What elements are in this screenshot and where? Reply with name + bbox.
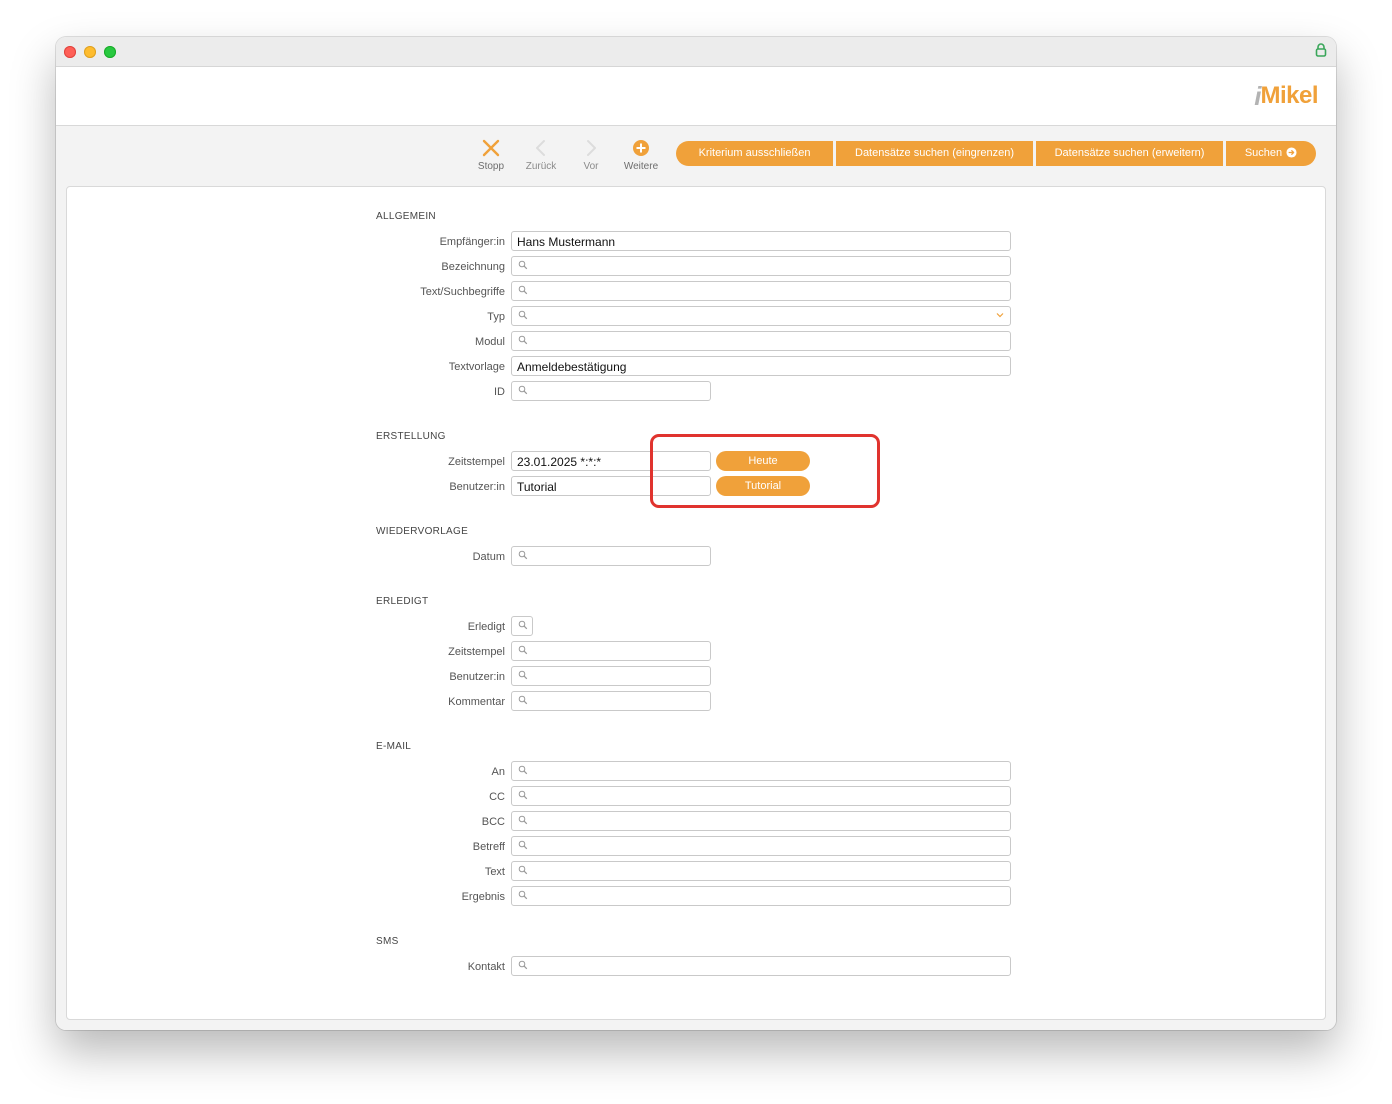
search-icon: [518, 670, 528, 680]
forward-button[interactable]: Vor: [564, 137, 618, 177]
resubmission-date-field[interactable]: [511, 546, 711, 566]
label-result: Ergebnis: [461, 891, 505, 903]
label-template: Textvorlage: [448, 361, 505, 373]
label-resubmission-date: Datum: [472, 551, 505, 563]
chevron-down-icon: [996, 313, 1004, 318]
done-field[interactable]: [511, 616, 533, 636]
back-button[interactable]: Zurück: [514, 137, 568, 177]
search-icon: [518, 550, 528, 560]
done-timestamp-field[interactable]: [511, 641, 711, 661]
close-icon: [482, 139, 500, 157]
search-icon: [518, 960, 528, 970]
search-icon: [518, 840, 528, 850]
search-button-label: Suchen: [1244, 147, 1283, 159]
section-sms: SMS: [376, 936, 399, 947]
sms-contact-field[interactable]: [511, 956, 1011, 976]
label-text: Text: [484, 866, 505, 878]
stop-label: Stopp: [477, 161, 505, 172]
search-icon: [518, 645, 528, 655]
section-erstellung: ERSTELLUNG: [376, 431, 446, 442]
stop-button[interactable]: Stopp: [464, 137, 518, 177]
section-erledigt: ERLEDIGT: [376, 596, 429, 607]
lock-icon: [1315, 43, 1327, 57]
label-created-user: Benutzer:in: [449, 481, 505, 493]
title-bar: [56, 37, 1336, 67]
search-extend-button[interactable]: Datensätze suchen (erweitern): [1036, 141, 1223, 166]
search-icon: [518, 695, 528, 705]
section-wiedervorlage: WIEDERVORLAGE: [376, 526, 469, 537]
template-field[interactable]: Anmeldebestätigung: [511, 356, 1011, 376]
chevron-left-icon: [536, 140, 545, 156]
email-bcc-field[interactable]: [511, 811, 1011, 831]
label-cc: CC: [489, 791, 505, 803]
exclude-criterion-button[interactable]: Kriterium ausschließen: [676, 141, 833, 166]
search-icon: [518, 385, 528, 395]
search-icon: [518, 285, 528, 295]
template-value: Anmeldebestätigung: [517, 360, 627, 374]
search-icon: [518, 865, 528, 875]
app-window: i Mikel Stopp Zurück Vor Weitere Kriteriu…: [56, 37, 1336, 1030]
section-allgemein: ALLGEMEIN: [376, 211, 436, 222]
more-button[interactable]: Weitere: [614, 137, 668, 177]
chevron-right-icon: [587, 140, 596, 156]
back-label: Zurück: [525, 161, 557, 172]
email-result-field[interactable]: [511, 886, 1011, 906]
label-subject: Betreff: [472, 841, 505, 853]
recipient-value: Hans Mustermann: [517, 235, 616, 249]
plus-circle-icon: [633, 140, 649, 156]
imikel-logo: i Mikel: [1254, 79, 1318, 113]
search-button[interactable]: Suchen: [1226, 141, 1316, 166]
label-module: Modul: [475, 336, 505, 348]
search-narrow-button[interactable]: Datensätze suchen (eingrenzen): [836, 141, 1033, 166]
label-created-timestamp: Zeitstempel: [448, 456, 505, 468]
label-to: An: [491, 766, 505, 778]
label-designation: Bezeichnung: [441, 261, 505, 273]
arrow-circle-right-icon: [1286, 147, 1297, 158]
annotation-highlight-box: [650, 434, 880, 508]
label-type: Typ: [487, 311, 505, 323]
module-field[interactable]: [511, 331, 1011, 351]
text-search-field[interactable]: [511, 281, 1011, 301]
label-comment: Kommentar: [448, 696, 505, 708]
id-field[interactable]: [511, 381, 711, 401]
section-email: E-MAIL: [376, 741, 412, 752]
search-icon: [518, 815, 528, 825]
zoom-window-button[interactable]: [104, 46, 116, 58]
created-user-value: Tutorial: [517, 480, 557, 494]
label-text-search: Text/Suchbegriffe: [420, 286, 505, 298]
designation-field[interactable]: [511, 256, 1011, 276]
comment-field[interactable]: [511, 691, 711, 711]
search-icon: [518, 335, 528, 345]
email-subject-field[interactable]: [511, 836, 1011, 856]
label-done-timestamp: Zeitstempel: [448, 646, 505, 658]
search-icon: [518, 790, 528, 800]
forward-label: Vor: [583, 161, 599, 172]
email-to-field[interactable]: [511, 761, 1011, 781]
minimize-window-button[interactable]: [84, 46, 96, 58]
search-icon: [518, 890, 528, 900]
close-window-button[interactable]: [64, 46, 76, 58]
label-recipient: Empfänger:in: [439, 236, 505, 248]
done-user-field[interactable]: [511, 666, 711, 686]
created-timestamp-value: 23.01.2025 *:*:*: [517, 455, 602, 469]
label-bcc: BCC: [481, 816, 505, 828]
label-contact: Kontakt: [467, 961, 505, 973]
search-icon: [518, 765, 528, 775]
search-icon: [518, 260, 528, 270]
search-icon: [518, 310, 528, 320]
more-label: Weitere: [623, 161, 659, 172]
app-header: i Mikel: [56, 67, 1336, 126]
email-cc-field[interactable]: [511, 786, 1011, 806]
label-id: ID: [494, 386, 505, 398]
label-done: Erledigt: [467, 621, 505, 633]
logo-name: Mikel: [1260, 82, 1318, 109]
search-icon: [518, 620, 528, 630]
type-select[interactable]: [511, 306, 1011, 326]
label-done-user: Benutzer:in: [449, 671, 505, 683]
recipient-field[interactable]: Hans Mustermann: [511, 231, 1011, 251]
email-text-field[interactable]: [511, 861, 1011, 881]
